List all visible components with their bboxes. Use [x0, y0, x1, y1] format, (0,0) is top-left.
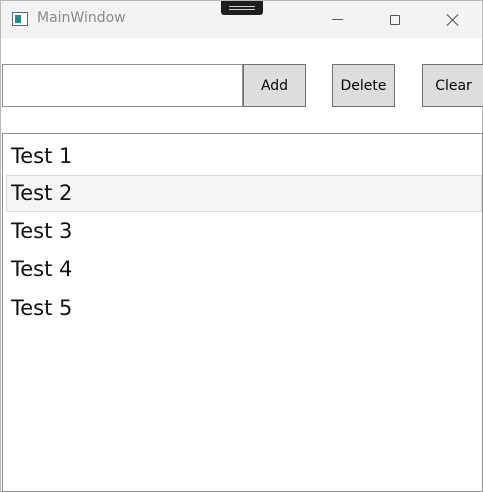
maximize-button[interactable] [372, 1, 418, 38]
app-icon [12, 12, 28, 26]
items-listbox[interactable]: Test 1 Test 2 Test 3 Test 4 Test 5 [2, 133, 483, 492]
close-icon [446, 13, 460, 27]
item-text-input[interactable] [2, 64, 243, 107]
list-item[interactable]: Test 5 [6, 290, 482, 327]
title-bar[interactable]: MainWindow [1, 1, 482, 38]
list-item[interactable]: Test 1 [6, 138, 482, 175]
add-button[interactable]: Add [243, 64, 306, 107]
minimize-icon [331, 19, 343, 20]
maximize-icon [390, 14, 400, 25]
snap-handle[interactable] [221, 1, 263, 15]
window-title: MainWindow [37, 10, 126, 26]
list-item[interactable]: Test 3 [6, 213, 482, 250]
list-item[interactable]: Test 4 [6, 251, 482, 288]
minimize-button[interactable] [314, 1, 360, 38]
main-window: MainWindow Add Delete Clear Test 1 Test … [0, 0, 483, 492]
delete-button[interactable]: Delete [332, 64, 395, 107]
list-item-selected[interactable]: Test 2 [6, 175, 482, 212]
clear-button[interactable]: Clear [422, 64, 483, 107]
close-button[interactable] [430, 1, 476, 38]
